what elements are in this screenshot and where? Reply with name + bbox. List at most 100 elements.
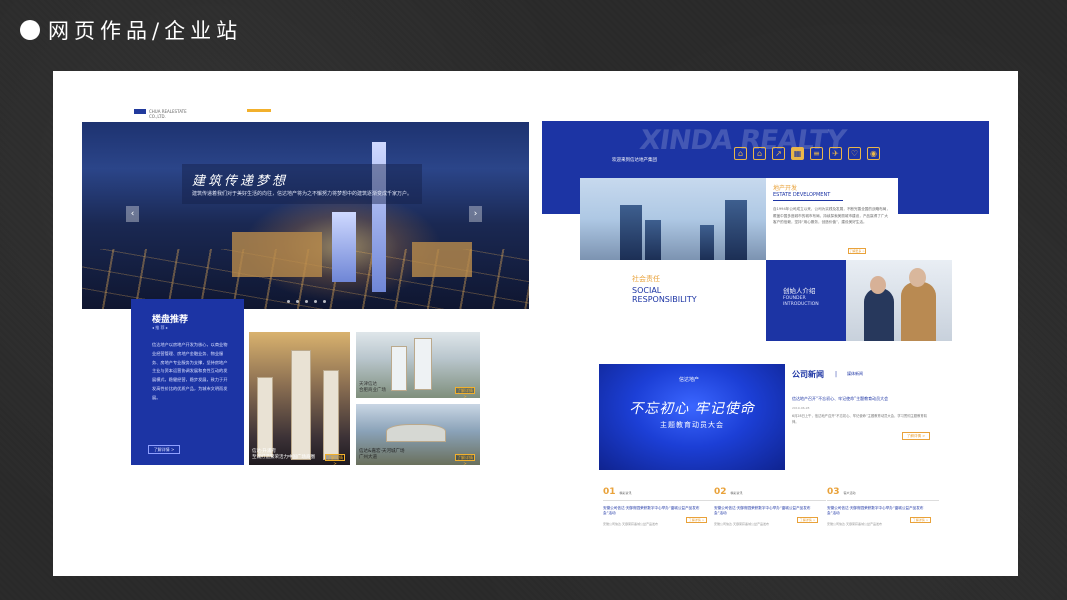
news-item-category: 客户活动 bbox=[843, 491, 856, 495]
news-item-divider bbox=[714, 500, 826, 501]
news-item-headline: 安徽公司信达·天御府园荣获数字中心举办“晶城公益产品发布会”活动 bbox=[714, 506, 811, 515]
nav-icons: ⌂ ⌂ ↗ ▦ ≡ ✈ ♡ ◉ bbox=[734, 147, 880, 160]
news-tab-media[interactable]: 媒体新闻 bbox=[847, 371, 863, 377]
hero-prev-arrow-icon[interactable]: ‹ bbox=[126, 206, 139, 222]
photo-more-button[interactable]: 了解详情 > bbox=[325, 454, 345, 465]
hero-subtext: 建筑传递着我们对于美好生活的向往，信达地产将为之不懈努力将梦想中的建筑逐渐变成千… bbox=[192, 191, 413, 197]
founder-title-en2: INTRODUCTION bbox=[783, 302, 819, 307]
bullet-dot-icon bbox=[20, 20, 40, 40]
building bbox=[323, 370, 339, 460]
news-item-number: 03 bbox=[827, 487, 840, 497]
project-photo-2[interactable]: 天津信达 合肥商业广场 了解详情 > bbox=[356, 332, 480, 398]
building bbox=[700, 225, 714, 260]
carousel-dots[interactable] bbox=[287, 300, 326, 303]
news-item[interactable]: 03 客户活动 安徽公司信达·天御府园荣获数字中心举办“晶城公益产品发布会”活动 … bbox=[827, 479, 939, 526]
news-banner-logo: 信达地产 bbox=[679, 377, 700, 383]
photo-more-button[interactable]: 了解详情 > bbox=[455, 454, 475, 465]
person-body bbox=[901, 282, 936, 341]
estate-more-button[interactable]: 了解更多 > bbox=[848, 248, 866, 254]
news-item-more-button[interactable]: 了解详情 > bbox=[910, 517, 931, 523]
left-hero-banner: 建筑传递梦想 建筑传递着我们对于美好生活的向往，信达地产将为之不懈努力将梦想中的… bbox=[82, 122, 529, 309]
news-banner-sub: 主题教育动员大会 bbox=[660, 421, 724, 429]
person-head bbox=[870, 276, 886, 294]
news-item-more-button[interactable]: 了解详情 > bbox=[686, 517, 707, 523]
news-date: 2019-06-28 bbox=[792, 406, 810, 410]
photo-more-button[interactable]: 了解详情 > bbox=[455, 387, 475, 398]
project-photo-1[interactable]: 信达·升浦府 至诚打造繁荣活力中国广场商圈 了解详情 > bbox=[249, 332, 350, 465]
estate-desc: 自1994年公司成立以来，公司为实践及发展，不断完善全国的战略布局，覆盖中国多座… bbox=[773, 207, 890, 224]
building bbox=[257, 377, 273, 457]
recommend-title: 楼盘推荐 bbox=[152, 315, 189, 325]
news-more-button[interactable]: 了解详情 > bbox=[902, 432, 930, 440]
chart-icon[interactable]: ↗ bbox=[772, 147, 785, 160]
news-item-number: 02 bbox=[714, 487, 727, 497]
estate-title-zh: 地产开发 bbox=[773, 185, 798, 192]
news-item-category: 精彩资讯 bbox=[619, 491, 632, 495]
building-block bbox=[412, 242, 472, 277]
social-responsibility[interactable]: 社会责任 SOCIAL RESPONSIBILITY bbox=[632, 274, 697, 304]
news-banner-image[interactable]: 信达地产 不忘初心 牢记使命 主题教育动员大会 bbox=[599, 364, 785, 470]
logo-mark-icon bbox=[134, 109, 146, 114]
estate-city-image bbox=[580, 178, 767, 260]
estate-card: 地产开发 ESTATE DEVELOPMENT 自1994年公司成立以来，公司为… bbox=[766, 178, 898, 260]
photo-caption: 信达·升浦府 至诚打造繁荣活力中国广场商圈 bbox=[252, 449, 315, 460]
page-title: 网页作品/企业站 bbox=[48, 19, 243, 43]
left-site-topbar: CHUA REALESTATE CO.,LTD. bbox=[82, 109, 529, 119]
estate-title-en: ESTATE DEVELOPMENT bbox=[773, 192, 831, 198]
news-item[interactable]: 02 精彩资讯 安徽公司信达·天御府园荣获数字中心举办“晶城公益产品发布会”活动 … bbox=[714, 479, 826, 526]
person-body bbox=[864, 288, 894, 341]
founder-title-zh: 创始人介绍 bbox=[783, 287, 816, 295]
tower-image bbox=[332, 212, 356, 282]
news-headline[interactable]: 信达地产召开“不忘初心、牢记使命”主题教育动员大会 bbox=[792, 396, 942, 402]
logo-text: CHUA REALESTATE CO.,LTD. bbox=[149, 109, 187, 119]
cart-icon[interactable]: ⌂ bbox=[734, 147, 747, 160]
news-banner-slogan: 不忘初心 牢记使命 bbox=[629, 401, 755, 417]
building bbox=[414, 338, 432, 390]
news-item-headline: 安徽公司信达·天御府园荣获数字中心举办“晶城公益产品发布会”活动 bbox=[603, 506, 700, 515]
building bbox=[386, 424, 446, 442]
person-head bbox=[909, 268, 926, 287]
founder-photo bbox=[846, 260, 952, 341]
news-body: 信达地产召开“不忘初心、牢记使命”主题教育动员大会 2019-06-28 6月2… bbox=[792, 396, 942, 440]
news-item-number: 01 bbox=[603, 487, 616, 497]
building bbox=[645, 220, 661, 260]
news-separator: | bbox=[835, 371, 838, 378]
location-icon[interactable]: ◉ bbox=[867, 147, 880, 160]
recommend-more-button[interactable]: 了解详情 > bbox=[148, 445, 180, 454]
founder-card[interactable]: 创始人介绍 FOUNDER INTRODUCTION bbox=[766, 260, 846, 341]
social-title-en2: RESPONSIBILITY bbox=[632, 295, 697, 304]
header-slogan: 欢迎来到信达地产集团 bbox=[612, 158, 657, 163]
building-block bbox=[232, 232, 322, 277]
left-site-logo[interactable]: CHUA REALESTATE CO.,LTD. bbox=[134, 109, 204, 119]
building bbox=[391, 346, 407, 391]
news-item[interactable]: 01 精彩资讯 安徽公司信达·天御府园荣获数字中心举办“晶城公益产品发布会”活动 … bbox=[603, 479, 715, 526]
social-title-en1: SOCIAL bbox=[632, 286, 662, 295]
news-item-headline: 安徽公司信达·天御府园荣获数字中心举办“晶城公益产品发布会”活动 bbox=[827, 506, 924, 515]
estate-divider bbox=[773, 200, 843, 201]
news-item-divider bbox=[827, 500, 939, 501]
news-item-more-button[interactable]: 了解详情 > bbox=[797, 517, 818, 523]
list-icon[interactable]: ≡ bbox=[810, 147, 823, 160]
nav-active-indicator bbox=[247, 109, 271, 112]
news-item-category: 精彩资讯 bbox=[730, 491, 743, 495]
building bbox=[725, 200, 747, 260]
recommend-desc: 信达地产以房地产开发为核心，以商业物业经营管理、房地产金融业务、物业服务、房地产… bbox=[152, 342, 228, 400]
plane-icon[interactable]: ✈ bbox=[829, 147, 842, 160]
hero-next-arrow-icon[interactable]: › bbox=[469, 206, 482, 222]
heart-icon[interactable]: ♡ bbox=[848, 147, 861, 160]
photo-caption: 信达&嘉宏·天河城广场 广州大道 bbox=[359, 449, 405, 460]
showcase-canvas: CHUA REALESTATE CO.,LTD. 建筑传递梦想 建筑传递着我们对… bbox=[53, 71, 1018, 576]
building bbox=[620, 205, 642, 260]
recommend-tag: ◂ 推 荐 ▸ bbox=[152, 325, 168, 330]
news-item-divider bbox=[603, 500, 715, 501]
news-desc: 6月28日上午，信达地产召开“不忘初心、牢记使命”主题教育动员大会，学习贯彻主题… bbox=[792, 414, 927, 424]
project-photo-3[interactable]: 信达&嘉宏·天河城广场 广州大道 了解详情 > bbox=[356, 404, 480, 465]
social-title-zh: 社会责任 bbox=[632, 275, 660, 283]
page-heading: 网页作品/企业站 bbox=[20, 15, 242, 45]
recommend-panel: 楼盘推荐 ◂ 推 荐 ▸ 信达地产以房地产开发为核心，以商业物业经营管理、房地产… bbox=[131, 299, 244, 465]
photo-caption: 天津信达 合肥商业广场 bbox=[359, 382, 386, 393]
building-icon[interactable]: ▦ bbox=[791, 147, 804, 160]
home-icon[interactable]: ⌂ bbox=[753, 147, 766, 160]
news-section-title: 公司新闻 bbox=[792, 370, 824, 379]
building bbox=[291, 350, 311, 460]
